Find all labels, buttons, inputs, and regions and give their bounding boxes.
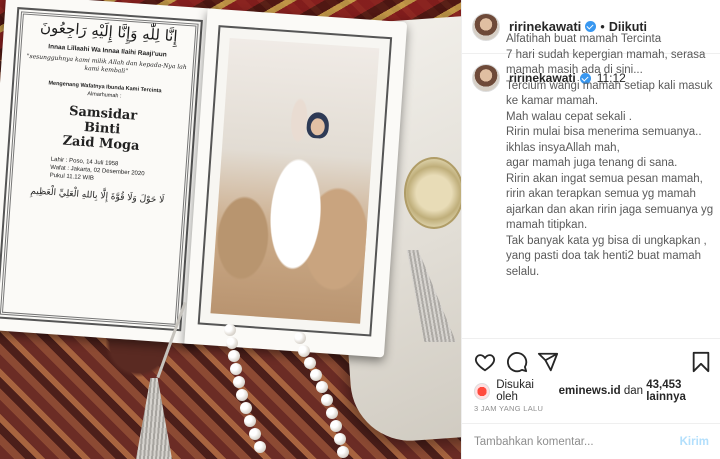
- bead: [236, 389, 248, 401]
- bead: [316, 381, 328, 393]
- caption-text: Alfatihah buat mamah Tercinta 7 hari sud…: [506, 33, 714, 278]
- deceased-name: Samsidar Binti Zaid Moga: [18, 101, 187, 157]
- send-button[interactable]: Kirim: [680, 436, 709, 448]
- likes-prefix: Disukai oleh: [496, 379, 534, 403]
- bead: [233, 376, 245, 388]
- bead: [240, 402, 252, 414]
- dates-block: Lahir : Poso, 14 Juli 1958 Wafat : Jakar…: [15, 153, 182, 189]
- bead: [337, 446, 349, 458]
- comment-icon[interactable]: [506, 351, 528, 373]
- book-right-page: [184, 8, 408, 358]
- gold-medallion: [404, 157, 461, 229]
- likes-summary: Disukai oleh eminews.id dan 43,453 lainn…: [474, 379, 720, 403]
- bead: [226, 337, 238, 349]
- bookmark-icon[interactable]: [690, 351, 712, 373]
- likes-count[interactable]: 43,453 lainnya: [646, 379, 720, 403]
- portrait-frame: [197, 25, 393, 337]
- bead: [326, 407, 338, 419]
- memorial-text: إِنَّا لِلّٰهِ وَإِنَّا إِلَيْهِ رَاجِعُ…: [14, 16, 192, 207]
- bead: [224, 324, 236, 336]
- bead: [330, 420, 342, 432]
- book-left-page: إِنَّا لِلّٰهِ وَإِنَّا إِلَيْهِ رَاجِعُ…: [0, 0, 216, 345]
- prayer-beads: [224, 324, 354, 459]
- avatar[interactable]: [472, 64, 500, 92]
- tassel: [136, 378, 172, 459]
- bead: [294, 332, 306, 344]
- post-timestamp[interactable]: 3 JAM YANG LALU: [474, 404, 543, 413]
- likes-connector: dan: [623, 385, 644, 397]
- liked-by-user[interactable]: eminews.id: [559, 385, 621, 397]
- bead: [334, 433, 346, 445]
- memorial-book: إِنَّا لِلّٰهِ وَإِنَّا إِلَيْهِ رَاجِعُ…: [0, 0, 408, 358]
- comment-bar: Kirim: [462, 423, 720, 459]
- heart-icon[interactable]: [474, 351, 496, 373]
- share-icon[interactable]: [537, 351, 559, 373]
- bead: [230, 363, 242, 375]
- comment-input[interactable]: [474, 435, 664, 448]
- action-bar: [462, 338, 720, 378]
- bead: [321, 394, 333, 406]
- post-photo[interactable]: إِنَّا لِلّٰهِ وَإِنَّا إِلَيْهِ رَاجِعُ…: [0, 0, 461, 459]
- portrait-photo: [210, 37, 380, 324]
- bead: [310, 369, 322, 381]
- bead: [249, 428, 261, 440]
- avatar[interactable]: [472, 12, 500, 41]
- post-panel: ririnekawati • Diikuti ririnekawati 11:1…: [461, 0, 720, 459]
- bead: [304, 357, 316, 369]
- verified-icon: [585, 21, 597, 32]
- bead: [298, 345, 310, 357]
- liker-avatar[interactable]: [474, 382, 491, 400]
- bead: [244, 415, 256, 427]
- bead: [228, 350, 240, 362]
- bead: [254, 441, 266, 453]
